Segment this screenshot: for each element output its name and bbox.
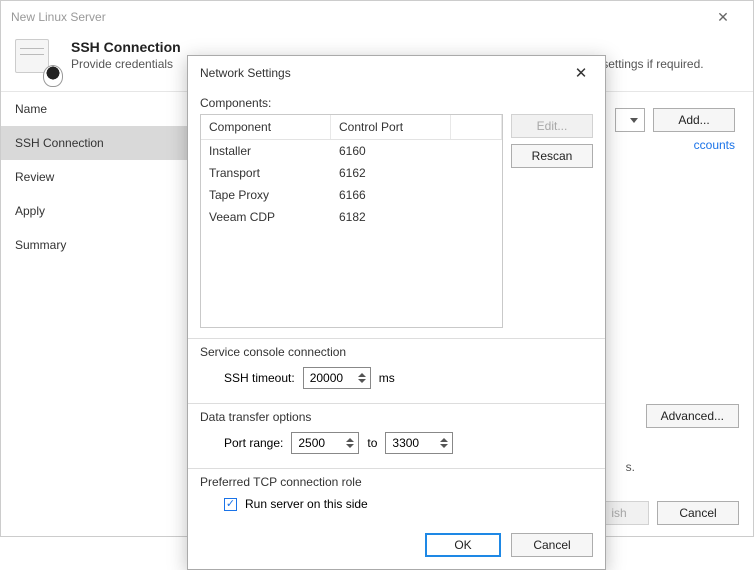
- cell-port: 6182: [331, 206, 451, 228]
- components-label: Components:: [200, 96, 593, 110]
- step-up-icon[interactable]: [346, 438, 354, 442]
- table-row[interactable]: Tape Proxy6166: [201, 184, 502, 206]
- network-settings-dialog: Network Settings ✕ Components: Component…: [187, 55, 606, 570]
- rescan-button[interactable]: Rescan: [511, 144, 593, 168]
- service-console-section: Service console connection: [200, 345, 593, 359]
- components-table: Component Control Port Installer6160Tran…: [200, 114, 503, 328]
- port-to-stepper[interactable]: [385, 432, 453, 454]
- cell-component: Tape Proxy: [201, 184, 331, 206]
- step-down-icon[interactable]: [358, 379, 366, 383]
- port-from-input[interactable]: [292, 433, 342, 453]
- cell-component: Transport: [201, 162, 331, 184]
- dialog-title: Network Settings: [200, 66, 291, 80]
- step-up-icon[interactable]: [440, 438, 448, 442]
- tcp-role-section: Preferred TCP connection role: [200, 475, 593, 489]
- cell-port: 6162: [331, 162, 451, 184]
- table-row[interactable]: Transport6162: [201, 162, 502, 184]
- ssh-timeout-input[interactable]: [304, 368, 354, 388]
- ssh-timeout-stepper[interactable]: [303, 367, 371, 389]
- port-from-stepper[interactable]: [291, 432, 359, 454]
- cell-component: Veeam CDP: [201, 206, 331, 228]
- table-row[interactable]: Installer6160: [201, 140, 502, 162]
- table-row[interactable]: Veeam CDP6182: [201, 206, 502, 228]
- step-up-icon[interactable]: [358, 373, 366, 377]
- wizard-window: New Linux Server ✕ SSH Connection Provid…: [0, 0, 754, 537]
- ssh-timeout-label: SSH timeout:: [224, 371, 295, 385]
- run-server-label: Run server on this side: [245, 497, 368, 511]
- cell-component: Installer: [201, 140, 331, 162]
- step-down-icon[interactable]: [440, 444, 448, 448]
- step-down-icon[interactable]: [346, 444, 354, 448]
- col-component[interactable]: Component: [201, 115, 331, 139]
- run-server-checkbox[interactable]: [224, 498, 237, 511]
- cell-port: 6160: [331, 140, 451, 162]
- port-range-label: Port range:: [224, 436, 283, 450]
- dialog-close-icon[interactable]: ✕: [569, 64, 593, 82]
- col-control-port[interactable]: Control Port: [331, 115, 451, 139]
- cell-port: 6166: [331, 184, 451, 206]
- port-to-input[interactable]: [386, 433, 436, 453]
- port-to-label: to: [367, 436, 377, 450]
- edit-button: Edit...: [511, 114, 593, 138]
- data-transfer-section: Data transfer options: [200, 410, 593, 424]
- ssh-timeout-unit: ms: [379, 371, 395, 385]
